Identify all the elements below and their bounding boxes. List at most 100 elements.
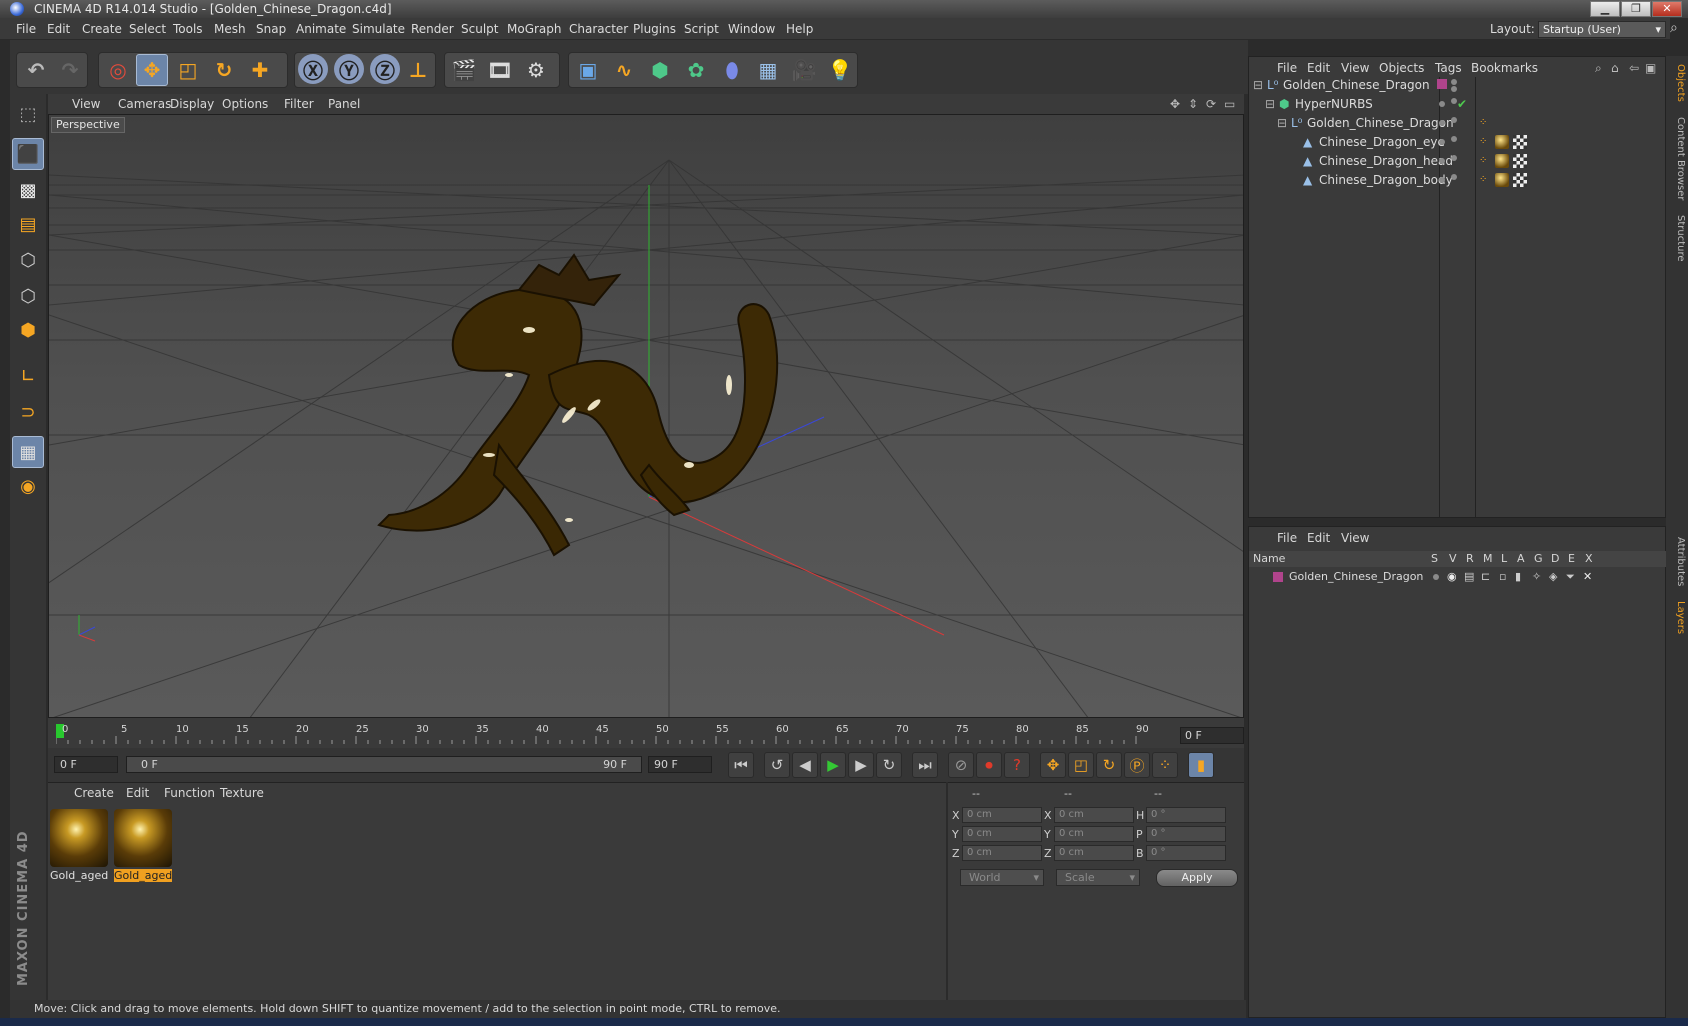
tab-content-browser[interactable]: Content Browser [1668, 114, 1686, 204]
3d-viewport[interactable]: Perspective [48, 114, 1244, 718]
viewport-menu-display[interactable]: Display [170, 97, 214, 111]
restore-button[interactable]: ❐ [1621, 1, 1651, 17]
object-row[interactable]: ▲ Chinese_Dragon_eye ⁘ [1249, 132, 1667, 152]
column-render[interactable]: R [1466, 551, 1474, 567]
menu-character[interactable]: Character [569, 22, 628, 36]
apply-button[interactable]: Apply [1156, 869, 1238, 887]
object-row[interactable]: ⊟ L⁰ Golden_Chinese_Dragon ⁘ [1249, 113, 1667, 133]
material-menu-texture[interactable]: Texture [220, 786, 264, 800]
menu-tools[interactable]: Tools [173, 22, 203, 36]
floor-environment-icon[interactable]: ▦ [752, 54, 784, 86]
material-menu-edit[interactable]: Edit [126, 786, 149, 800]
menu-edit[interactable]: Edit [47, 22, 70, 36]
cube-primitive-icon[interactable]: ▣ [572, 54, 604, 86]
current-frame-field[interactable]: 0 F [1180, 727, 1244, 744]
viewport-menu-view[interactable]: View [72, 97, 100, 111]
layer-solo-toggle[interactable] [1433, 574, 1439, 580]
collapse-icon[interactable]: ⊟ [1265, 94, 1275, 114]
render-settings-icon[interactable]: ⚙ [520, 54, 552, 86]
layers-menu-edit[interactable]: Edit [1307, 531, 1330, 545]
uvw-tag-icon[interactable] [1513, 154, 1527, 168]
timeline-ruler[interactable]: 0 5 10 15 20 25 30 35 40 45 50 55 60 65 … [48, 718, 1244, 748]
layer-tag-icon[interactable]: ⁘ [1479, 170, 1487, 190]
next-key-icon[interactable]: ↻ [876, 752, 902, 778]
search-icon[interactable]: ⌕ [1670, 20, 1678, 36]
go-to-start-icon[interactable]: ⏮ [728, 752, 754, 778]
texture-mode-icon[interactable]: ▩ [12, 174, 44, 206]
column-visible[interactable]: V [1449, 551, 1457, 567]
z-axis-lock-icon[interactable]: Ⓩ [370, 54, 400, 84]
redo-icon[interactable]: ↷ [54, 54, 86, 86]
render-visibility-dot[interactable] [1451, 155, 1457, 161]
rotation-b-field[interactable]: 0 ° [1146, 845, 1226, 861]
collapse-icon[interactable]: ⊟ [1277, 113, 1287, 133]
home-icon[interactable]: ⌂ [1611, 61, 1619, 75]
live-selection-icon[interactable]: ◎ [102, 54, 134, 86]
viewport-rotate-icon[interactable]: ⟳ [1206, 97, 1216, 111]
menu-window[interactable]: Window [728, 22, 775, 36]
viewport-menu-filter[interactable]: Filter [284, 97, 314, 111]
layout-dropdown[interactable]: Startup (User) ▾ [1538, 21, 1666, 38]
editor-visibility-dot[interactable] [1439, 177, 1445, 183]
key-rotation-icon[interactable]: ↻ [1096, 752, 1122, 778]
key-position-icon[interactable]: ✥ [1040, 752, 1066, 778]
column-manager[interactable]: M [1483, 551, 1493, 567]
workplane-mode-icon[interactable]: ▤ [12, 208, 44, 240]
points-mode-icon[interactable]: ⬡ [12, 244, 44, 276]
scale-tool-icon[interactable]: ◰ [172, 54, 204, 86]
model-mode-icon[interactable]: ⬛ [12, 138, 44, 170]
menu-render[interactable]: Render [411, 22, 454, 36]
layer-tag-icon[interactable]: ⁘ [1479, 151, 1487, 171]
layer-tag-icon[interactable]: ⁘ [1479, 113, 1487, 133]
size-y-field[interactable]: 0 cm [1054, 826, 1134, 842]
size-mode-dropdown[interactable]: Scale ▾ [1056, 869, 1140, 886]
play-forward-icon[interactable]: ▶ [820, 752, 846, 778]
layer-xref-icon[interactable]: ✕ [1583, 567, 1592, 587]
material-swatch[interactable]: Gold_aged [50, 809, 108, 882]
menu-mesh[interactable]: Mesh [214, 22, 246, 36]
menu-simulate[interactable]: Simulate [352, 22, 405, 36]
column-solo[interactable]: S [1431, 551, 1438, 567]
edges-mode-icon[interactable]: ⬡ [12, 280, 44, 312]
column-xref[interactable]: X [1585, 551, 1593, 567]
menu-select[interactable]: Select [129, 22, 166, 36]
editor-visibility-dot[interactable] [1439, 158, 1445, 164]
recent-tool-icon[interactable]: ✚ [244, 54, 276, 86]
objects-menu-file[interactable]: File [1277, 61, 1297, 75]
y-axis-lock-icon[interactable]: Ⓨ [334, 54, 364, 84]
coordinate-space-dropdown[interactable]: World ▾ [960, 869, 1044, 886]
x-axis-lock-icon[interactable]: Ⓧ [298, 54, 328, 84]
objects-menu-edit[interactable]: Edit [1307, 61, 1330, 75]
move-tool-icon[interactable]: ✥ [136, 54, 168, 86]
new-window-icon[interactable]: ▣ [1645, 61, 1656, 75]
object-row[interactable]: ⊟ L⁰ Golden_Chinese_Dragon [1249, 75, 1667, 95]
menu-script[interactable]: Script [684, 22, 719, 36]
material-tag-icon[interactable] [1495, 173, 1509, 187]
golden-dragon-model[interactable] [377, 253, 779, 557]
viewport-move-icon[interactable]: ✥ [1170, 97, 1180, 111]
camera-icon[interactable]: 🎥 [788, 54, 820, 86]
previous-frame-icon[interactable]: ◀ [792, 752, 818, 778]
layer-manager-icon[interactable]: ⊏ [1481, 567, 1490, 587]
column-name[interactable]: Name [1253, 551, 1285, 567]
next-frame-icon[interactable]: ▶ [848, 752, 874, 778]
layers-menu-view[interactable]: View [1341, 531, 1369, 545]
rotation-h-field[interactable]: 0 ° [1146, 807, 1226, 823]
go-to-end-icon[interactable]: ⏭ [912, 752, 938, 778]
material-tag-icon[interactable] [1495, 135, 1509, 149]
back-icon[interactable]: ⇦ [1629, 61, 1639, 75]
start-frame-field[interactable]: 0 F [54, 756, 118, 773]
render-visibility-dot[interactable] [1451, 86, 1457, 92]
object-row[interactable]: ⊟ ⬢ HyperNURBS ✔ [1249, 94, 1667, 114]
editor-visibility-dot[interactable] [1439, 101, 1445, 107]
uvw-tag-icon[interactable] [1513, 173, 1527, 187]
material-menu-function[interactable]: Function [164, 786, 215, 800]
tab-layers[interactable]: Layers [1668, 596, 1686, 640]
viewport-menu-options[interactable]: Options [222, 97, 268, 111]
frame-range-slider[interactable]: 0 F 90 F [126, 756, 642, 773]
layer-visible-icon[interactable]: ◉ [1447, 567, 1457, 587]
tab-attributes[interactable]: Attributes [1668, 532, 1686, 592]
position-y-field[interactable]: 0 cm [962, 826, 1042, 842]
render-visibility-dot[interactable] [1451, 174, 1457, 180]
size-x-field[interactable]: 0 cm [1054, 807, 1134, 823]
